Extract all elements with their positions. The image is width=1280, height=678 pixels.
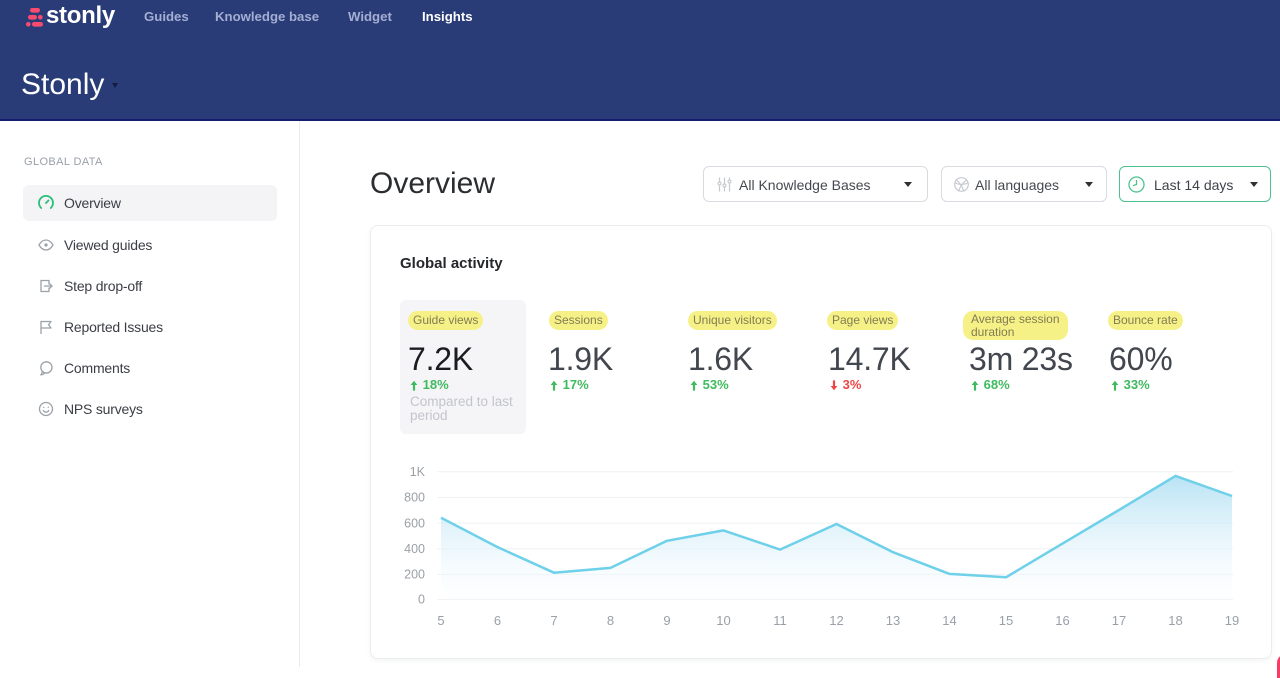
svg-text:16: 16 (1055, 613, 1069, 628)
svg-text:200: 200 (404, 568, 425, 582)
svg-text:400: 400 (404, 542, 425, 556)
svg-text:15: 15 (999, 613, 1013, 628)
svg-text:1K: 1K (410, 465, 426, 479)
svg-text:10: 10 (716, 613, 730, 628)
svg-text:7: 7 (550, 613, 557, 628)
svg-text:18: 18 (1168, 613, 1182, 628)
svg-text:19: 19 (1225, 613, 1239, 628)
svg-text:14: 14 (942, 613, 956, 628)
svg-text:6: 6 (494, 613, 501, 628)
svg-text:600: 600 (404, 516, 425, 530)
svg-text:5: 5 (437, 613, 444, 628)
svg-text:12: 12 (829, 613, 843, 628)
svg-text:0: 0 (418, 593, 425, 607)
svg-text:9: 9 (663, 613, 670, 628)
svg-text:11: 11 (773, 613, 787, 628)
svg-text:800: 800 (404, 491, 425, 505)
svg-text:17: 17 (1112, 613, 1126, 628)
svg-text:8: 8 (607, 613, 614, 628)
svg-text:13: 13 (886, 613, 900, 628)
